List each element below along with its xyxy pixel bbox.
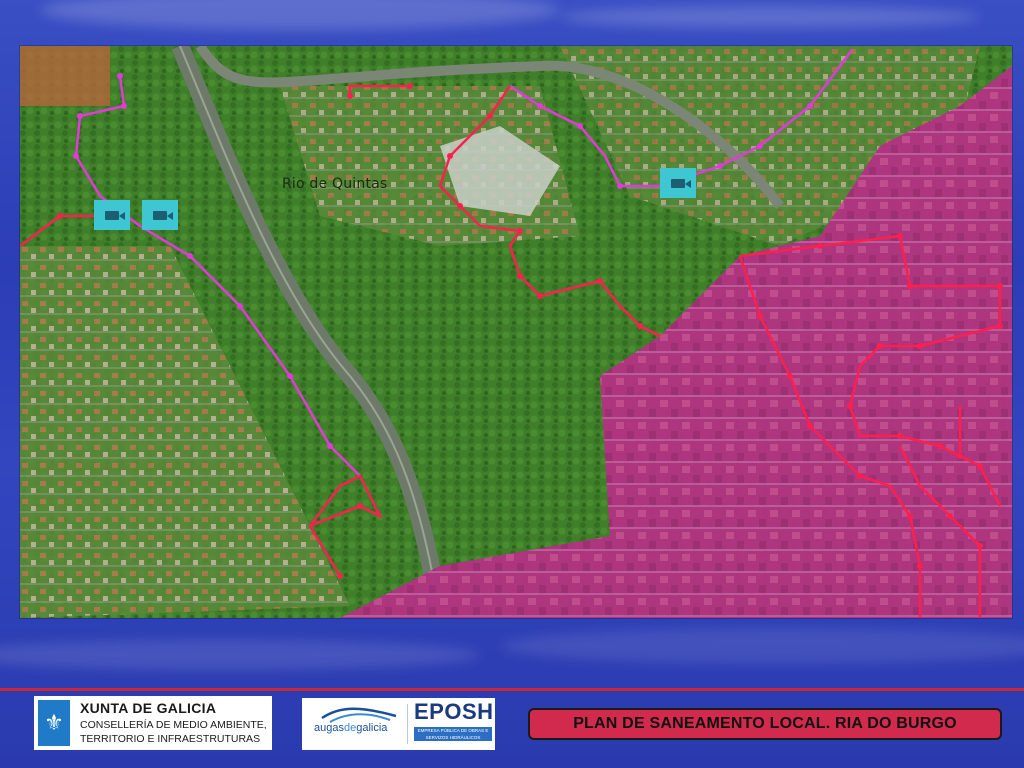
xunta-title: XUNTA DE GALICIA xyxy=(80,700,217,716)
eposh-logo-text: EPOSH xyxy=(414,699,494,724)
aerial-map[interactable]: Rio de Quintas xyxy=(20,46,1012,618)
augas-name: augasdegalicia xyxy=(314,722,388,734)
xunta-department-line2: TERRITORIO E INFRAESTRUTURAS xyxy=(80,733,261,745)
xunta-logo: ⚜ XUNTA DE GALICIA CONSELLERÍA DE MEDIO … xyxy=(34,696,272,750)
xunta-department-line1: CONSELLERÍA DE MEDIO AMBIENTE, xyxy=(80,719,267,731)
presentation-title: PLAN DE SANEAMENTO LOCAL. RIA DO BURGO xyxy=(528,708,1002,740)
galicia-crest-icon: ⚜ xyxy=(38,700,70,746)
camera-icon[interactable] xyxy=(142,200,178,230)
logo-divider xyxy=(407,704,408,744)
camera-icon[interactable] xyxy=(94,200,130,230)
augas-eposh-logo: augasdegalicia EPOSH EMPRESA PÚBLICA DE … xyxy=(302,698,495,750)
footer-divider xyxy=(0,688,1024,691)
river-label: Rio de Quintas xyxy=(282,176,388,192)
augas-wave-icon xyxy=(321,707,397,723)
map-svg xyxy=(20,46,1012,618)
camera-icon[interactable] xyxy=(660,168,696,198)
eposh-subtitle: EMPRESA PÚBLICA DE OBRAS E SERVIZOS HIDR… xyxy=(414,727,492,741)
